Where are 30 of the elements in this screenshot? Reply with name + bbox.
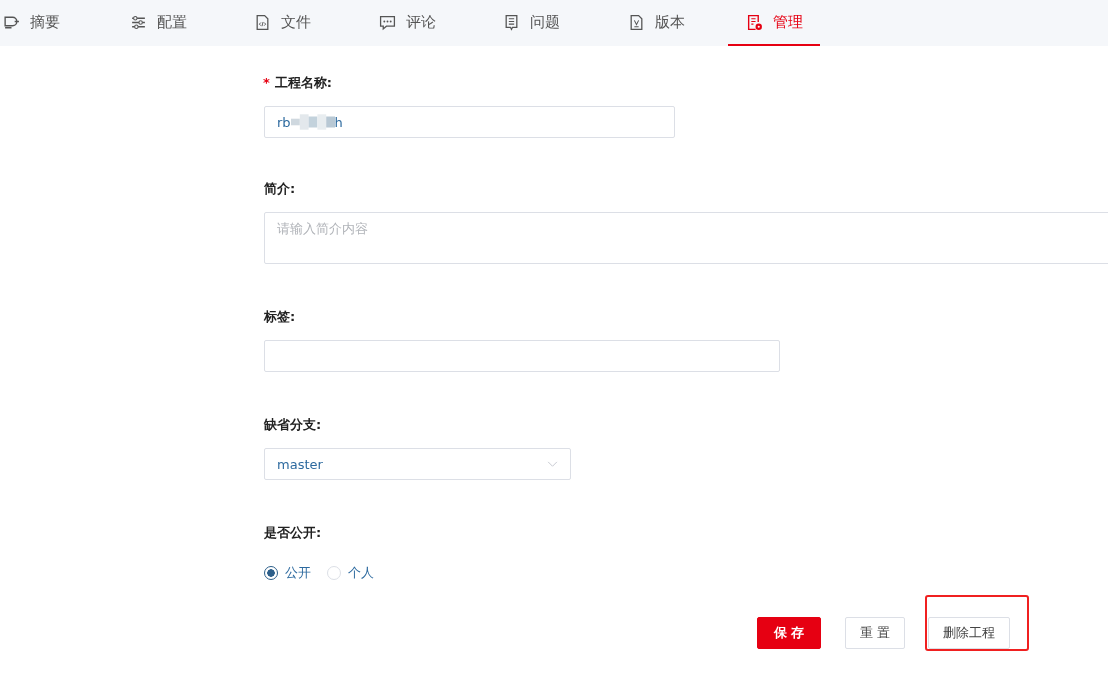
tab[interactable]: 文件 [249,0,374,46]
button[interactable]: 删除工程 [928,617,1011,649]
sliders-icon [129,13,147,31]
document-icon [503,13,520,31]
code-file-icon [254,13,271,31]
tab[interactable]: 摘要 [0,0,125,46]
chat-icon [378,13,396,31]
chevron-down-icon [547,460,558,468]
tab[interactable]: 管理 [728,0,820,46]
radio-option[interactable]: 公开 [264,564,311,582]
tab[interactable]: 评论 [373,0,498,46]
tab[interactable]: 配置 [124,0,249,46]
required-mark: * [263,75,270,90]
field-label: 缺省分支: [264,416,322,432]
summary-icon [3,13,20,31]
redaction-drawing [290,114,335,130]
radio-option[interactable]: 个人 [327,564,374,582]
branch-dropdown[interactable]: master [264,448,571,480]
field-label: 工程名称: [274,75,332,90]
field-label: 是否公开: [264,524,322,540]
radio-button[interactable] [264,566,278,580]
tab[interactable]: 问题 [498,0,623,46]
description-field[interactable]: 请输入简介内容 [264,212,1108,264]
field-label: 简介: [264,180,296,196]
button[interactable]: 重 置 [845,617,906,649]
tags-field[interactable] [264,340,780,372]
input-field[interactable]: rb h [264,106,675,138]
button[interactable]: 保 存 [757,617,821,649]
document-gear-icon [746,13,763,31]
field-label: 标签: [264,308,296,324]
